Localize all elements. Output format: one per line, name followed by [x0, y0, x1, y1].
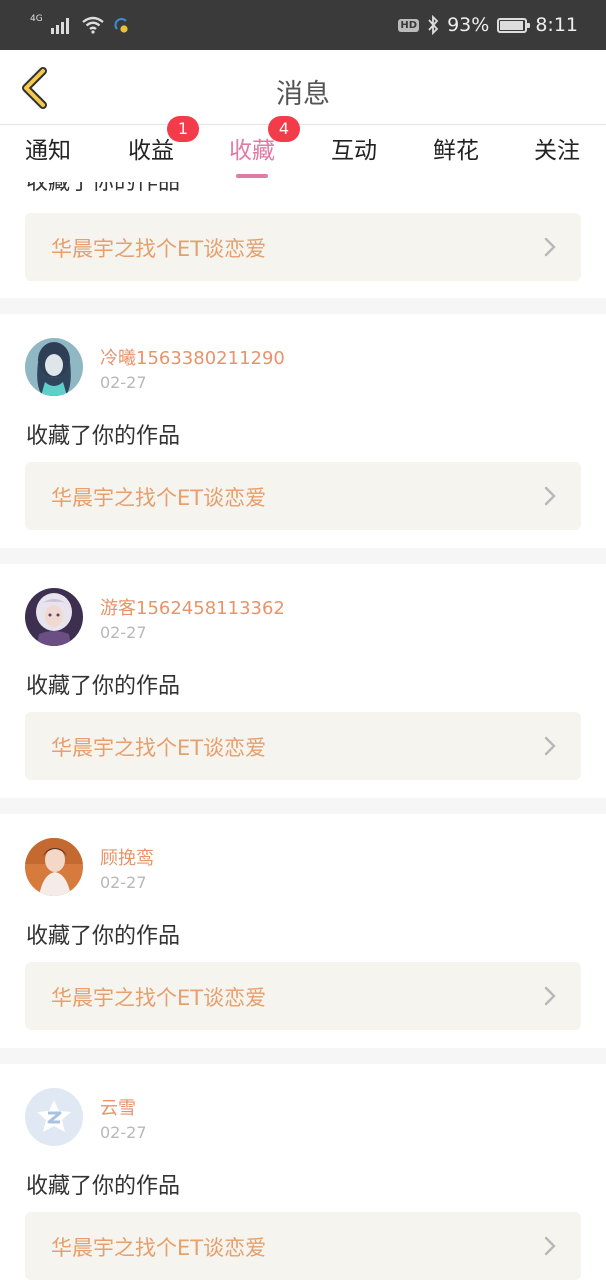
list-item: 云雪 02-27 收藏了你的作品 华晨宇之找个ET谈恋爱 — [0, 1064, 606, 1280]
action-text: 收藏了你的作品 — [26, 182, 181, 195]
tab-notifications[interactable]: 通知 — [8, 134, 88, 178]
favorites-feed[interactable]: 收藏了你的作品 华晨宇之找个ET谈恋爱 冷曦1563380211290 02-2… — [0, 182, 606, 1280]
work-link[interactable]: 华晨宇之找个ET谈恋爱 — [25, 1212, 581, 1280]
tab-favorites[interactable]: 收藏 4 — [212, 116, 300, 178]
app-header: 消息 — [0, 50, 606, 125]
clock: 8:11 — [535, 14, 578, 36]
unread-badge: 4 — [268, 116, 300, 142]
work-link[interactable]: 华晨宇之找个ET谈恋爱 — [25, 462, 581, 530]
avatar[interactable] — [25, 338, 83, 396]
user-name[interactable]: 游客1562458113362 — [100, 594, 285, 620]
list-item: 收藏了你的作品 华晨宇之找个ET谈恋爱 — [0, 182, 606, 298]
work-title: 华晨宇之找个ET谈恋爱 — [51, 486, 267, 510]
status-left: 4G — [30, 12, 131, 38]
avatar[interactable] — [25, 838, 83, 896]
work-title: 华晨宇之找个ET谈恋爱 — [51, 1236, 267, 1260]
wifi-icon — [81, 16, 104, 34]
active-tab-indicator — [236, 174, 268, 178]
list-item: 游客1562458113362 02-27 收藏了你的作品 华晨宇之找个ET谈恋… — [0, 564, 606, 798]
avatar[interactable] — [25, 588, 83, 646]
user-name[interactable]: 顾挽鸾 — [100, 844, 154, 870]
anime-girl-purple-avatar — [25, 588, 83, 646]
tab-label: 关注 — [534, 138, 580, 164]
anime-girl-teal-avatar — [25, 338, 83, 396]
tab-label: 通知 — [25, 138, 71, 164]
action-text: 收藏了你的作品 — [26, 674, 181, 699]
girl-photo-avatar — [25, 838, 83, 896]
chevron-right-icon — [544, 986, 556, 1006]
post-date: 02-27 — [100, 373, 147, 392]
list-item: 顾挽鸾 02-27 收藏了你的作品 华晨宇之找个ET谈恋爱 — [0, 814, 606, 1048]
battery-percent: 93% — [447, 14, 490, 36]
battery-level — [500, 20, 523, 30]
hd-icon: HD — [398, 18, 420, 32]
tab-label: 鲜花 — [433, 138, 479, 164]
divider — [0, 548, 606, 564]
battery-icon — [497, 17, 531, 33]
default-qq-avatar — [25, 1088, 83, 1146]
signal-icon — [50, 18, 69, 34]
divider — [0, 298, 606, 314]
chevron-right-icon — [544, 1236, 556, 1256]
divider — [0, 798, 606, 814]
tab-following[interactable]: 关注 — [517, 134, 597, 178]
data-saver-icon — [114, 18, 128, 33]
work-link[interactable]: 华晨宇之找个ET谈恋爱 — [25, 712, 581, 780]
chevron-right-icon — [544, 486, 556, 506]
tab-label: 收益 — [128, 138, 174, 164]
user-name[interactable]: 冷曦1563380211290 — [100, 344, 285, 370]
chevron-right-icon — [544, 237, 556, 257]
list-item: 冷曦1563380211290 02-27 收藏了你的作品 华晨宇之找个ET谈恋… — [0, 314, 606, 548]
post-date: 02-27 — [100, 1123, 147, 1142]
work-title: 华晨宇之找个ET谈恋爱 — [51, 237, 267, 261]
work-title: 华晨宇之找个ET谈恋爱 — [51, 986, 267, 1010]
tab-label: 互动 — [331, 138, 377, 164]
message-tabs: 通知 收益 1 收藏 4 互动 鲜花 关注 — [0, 116, 606, 182]
post-date: 02-27 — [100, 623, 147, 642]
work-link[interactable]: 华晨宇之找个ET谈恋爱 — [25, 962, 581, 1030]
tab-earnings[interactable]: 收益 1 — [111, 116, 199, 178]
user-name[interactable]: 云雪 — [100, 1094, 136, 1120]
status-bar: 4G HD 93% 8:11 — [0, 0, 606, 50]
bluetooth-icon — [428, 15, 439, 35]
page-title: 消息 — [276, 79, 330, 110]
network-type: 4G — [30, 14, 43, 24]
divider — [0, 1048, 606, 1064]
status-right: HD 93% 8:11 — [398, 12, 578, 38]
action-text: 收藏了你的作品 — [26, 924, 181, 949]
work-title: 华晨宇之找个ET谈恋爱 — [51, 736, 267, 760]
avatar[interactable] — [25, 1088, 83, 1146]
tab-interactions[interactable]: 互动 — [314, 134, 394, 178]
action-text: 收藏了你的作品 — [26, 1174, 181, 1199]
work-link[interactable]: 华晨宇之找个ET谈恋爱 — [25, 213, 581, 281]
post-date: 02-27 — [100, 873, 147, 892]
tab-flowers[interactable]: 鲜花 — [416, 134, 496, 178]
chevron-right-icon — [544, 736, 556, 756]
tab-label: 收藏 — [229, 138, 275, 164]
unread-badge: 1 — [167, 116, 199, 142]
action-text: 收藏了你的作品 — [26, 424, 181, 449]
